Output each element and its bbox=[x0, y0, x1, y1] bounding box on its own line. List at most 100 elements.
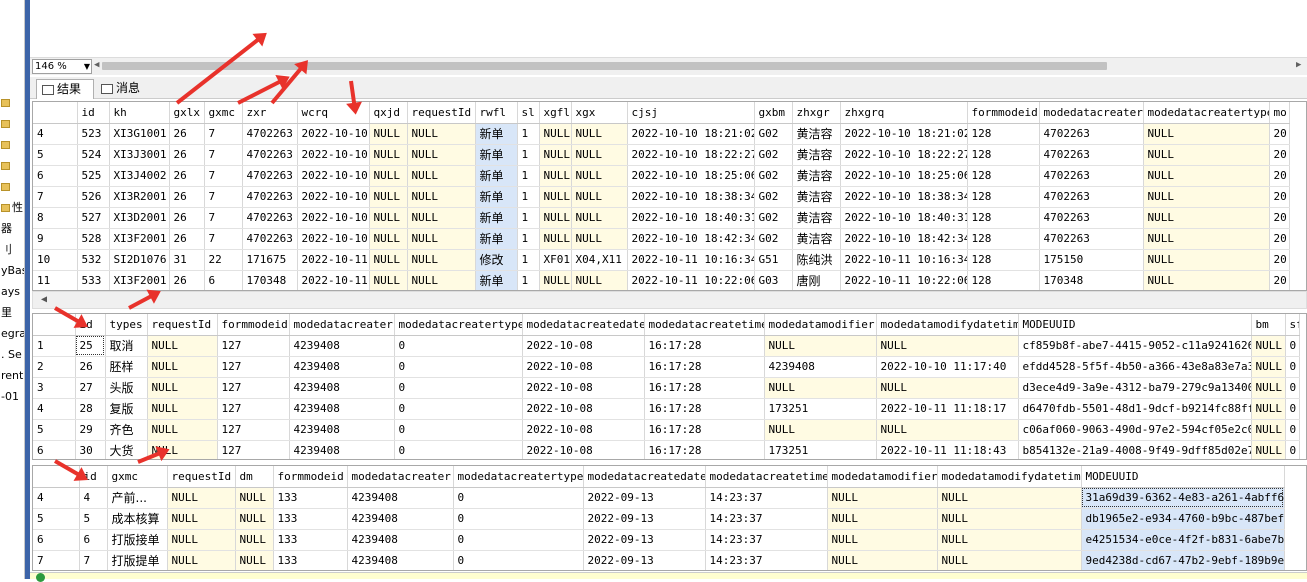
table-cell[interactable]: NULL bbox=[1251, 398, 1286, 420]
scroll-left-icon[interactable]: ◀ bbox=[94, 60, 99, 70]
table-cell[interactable]: 128 bbox=[967, 144, 1040, 166]
table-cell[interactable]: 523 bbox=[77, 123, 110, 145]
table-cell[interactable]: 2022-09-13 bbox=[583, 508, 706, 530]
column-header[interactable]: modedatacreatedate bbox=[522, 314, 645, 336]
explorer-item[interactable] bbox=[0, 113, 24, 134]
table-cell[interactable]: 4702263 bbox=[1039, 186, 1144, 208]
table-cell[interactable]: 14:23:37 bbox=[705, 529, 828, 551]
table-cell[interactable]: 127 bbox=[217, 419, 290, 441]
table-cell[interactable]: NULL bbox=[407, 270, 476, 290]
table-cell[interactable]: 成本核算 bbox=[107, 508, 168, 530]
table-cell[interactable]: 黄洁容 bbox=[792, 186, 841, 208]
table-row[interactable]: 5 5 成本核算 NULL NULL 133 4239408 0 2022-09-13 14:23… bbox=[33, 508, 1285, 530]
table-cell[interactable]: NULL bbox=[369, 249, 408, 271]
table-cell[interactable]: NULL bbox=[369, 165, 408, 187]
table-cell[interactable]: 1 bbox=[517, 165, 540, 187]
table-cell[interactable]: 6 bbox=[204, 270, 243, 290]
table-cell[interactable]: 2022-10-11 11:18:43 bbox=[876, 440, 1019, 459]
table-cell[interactable]: 修改 bbox=[475, 249, 518, 271]
column-header[interactable]: requestId bbox=[167, 466, 236, 488]
column-header[interactable]: types bbox=[105, 314, 148, 336]
column-header[interactable]: formmodeid bbox=[967, 102, 1040, 124]
table-cell[interactable]: 0 bbox=[453, 487, 584, 509]
table-row[interactable]: 1 25 取消 NULL 127 4239408 0 2022-10-08 16:17:28 NU… bbox=[33, 335, 1300, 357]
table-row[interactable]: 5 524 XI3J3001 26 7 4702263 2022-10-10 NULL NULL… bbox=[33, 144, 1290, 166]
table-cell[interactable]: NULL bbox=[1143, 144, 1270, 166]
table-cell[interactable]: 4702263 bbox=[1039, 144, 1144, 166]
table-cell[interactable]: 127 bbox=[217, 356, 290, 378]
row-number[interactable]: 6 bbox=[33, 165, 78, 187]
column-header[interactable]: modedatamodifydatetime bbox=[937, 466, 1082, 488]
table-row[interactable]: 8 527 XI3D2001 26 7 4702263 2022-10-10 NULL NULL… bbox=[33, 207, 1290, 229]
table-cell[interactable]: 新单 bbox=[475, 207, 518, 229]
explorer-item[interactable]: rent bbox=[0, 365, 24, 386]
column-header[interactable]: modedatacreatetime bbox=[644, 314, 765, 336]
row-number[interactable]: 1 bbox=[33, 335, 76, 357]
table-cell[interactable]: 2022-10-10 bbox=[297, 186, 370, 208]
table-cell[interactable]: 170348 bbox=[242, 270, 298, 290]
table-cell[interactable]: 14:23:37 bbox=[705, 508, 828, 530]
column-header[interactable]: dm bbox=[235, 466, 274, 488]
table-cell[interactable]: 16:17:28 bbox=[644, 419, 765, 441]
table-cell[interactable]: 7 bbox=[204, 144, 243, 166]
table-cell[interactable]: 7 bbox=[79, 550, 108, 570]
row-number[interactable]: 7 bbox=[33, 186, 78, 208]
table-cell[interactable]: NULL bbox=[1251, 377, 1286, 399]
table-cell[interactable]: 20 bbox=[1269, 144, 1290, 166]
table-cell[interactable]: NULL bbox=[235, 508, 274, 530]
column-header[interactable]: modedatacreater bbox=[1039, 102, 1144, 124]
column-header[interactable]: gxlx bbox=[169, 102, 205, 124]
table-cell[interactable]: 5 bbox=[79, 508, 108, 530]
column-header[interactable]: modedatacreatedate bbox=[583, 466, 706, 488]
table-cell[interactable]: X04,X11 bbox=[571, 249, 628, 271]
table-cell[interactable]: NULL bbox=[369, 144, 408, 166]
table-cell[interactable]: NULL bbox=[539, 207, 572, 229]
table-cell[interactable]: 0 bbox=[394, 335, 523, 357]
column-header[interactable]: modedatacreatertype bbox=[453, 466, 584, 488]
table-cell[interactable]: NULL bbox=[407, 249, 476, 271]
table-cell[interactable]: 171675 bbox=[242, 249, 298, 271]
table-cell[interactable]: NULL bbox=[407, 123, 476, 145]
column-header[interactable]: sfx bbox=[1285, 314, 1300, 336]
table-cell[interactable]: NULL bbox=[937, 550, 1082, 570]
explorer-item[interactable]: 刂 bbox=[0, 239, 24, 260]
table-cell[interactable]: 170348 bbox=[1039, 270, 1144, 290]
explorer-item[interactable] bbox=[0, 50, 24, 71]
table-cell[interactable]: 26 bbox=[169, 144, 205, 166]
table-cell[interactable]: NULL bbox=[407, 228, 476, 250]
table-cell[interactable]: NULL bbox=[1143, 165, 1270, 187]
table-cell[interactable]: 26 bbox=[169, 270, 205, 290]
table-cell[interactable]: 新单 bbox=[475, 270, 518, 290]
column-header[interactable]: bm bbox=[1251, 314, 1286, 336]
table-cell[interactable]: 526 bbox=[77, 186, 110, 208]
table-cell[interactable]: NULL bbox=[571, 228, 628, 250]
table-cell[interactable]: NULL bbox=[937, 529, 1082, 551]
table-cell[interactable]: 2022-10-10 18:21:02 bbox=[840, 123, 968, 145]
table-cell[interactable]: 20 bbox=[1269, 249, 1290, 271]
table-cell[interactable]: G02 bbox=[754, 165, 793, 187]
table-cell[interactable]: 4239408 bbox=[347, 487, 454, 509]
table-cell[interactable]: NULL bbox=[167, 508, 236, 530]
table-cell[interactable]: 4702263 bbox=[1039, 165, 1144, 187]
table-cell[interactable]: 128 bbox=[967, 186, 1040, 208]
table-cell[interactable]: 4702263 bbox=[242, 165, 298, 187]
table-cell[interactable]: 0 bbox=[394, 419, 523, 441]
explorer-item[interactable] bbox=[0, 155, 24, 176]
table-cell[interactable]: SI2D1076 bbox=[109, 249, 170, 271]
table-cell[interactable]: 2022-10-10 bbox=[297, 165, 370, 187]
table-cell[interactable]: 4702263 bbox=[242, 207, 298, 229]
table-cell[interactable]: G02 bbox=[754, 123, 793, 145]
table-cell[interactable]: 2022-10-08 bbox=[522, 398, 645, 420]
table-cell[interactable]: 2022-10-10 bbox=[297, 144, 370, 166]
table-cell[interactable]: 新单 bbox=[475, 144, 518, 166]
table-cell[interactable]: 2022-10-08 bbox=[522, 440, 645, 459]
column-header[interactable]: mo bbox=[1269, 102, 1290, 124]
table-cell[interactable]: 黄洁容 bbox=[792, 165, 841, 187]
table-cell[interactable]: 4702263 bbox=[1039, 228, 1144, 250]
table-cell[interactable]: NULL bbox=[539, 270, 572, 290]
table-cell[interactable]: NULL bbox=[876, 377, 1019, 399]
table-cell[interactable]: 4239408 bbox=[289, 440, 395, 459]
table-cell[interactable]: 528 bbox=[77, 228, 110, 250]
table-cell[interactable]: 20 bbox=[1269, 207, 1290, 229]
table-cell[interactable]: 1 bbox=[517, 228, 540, 250]
